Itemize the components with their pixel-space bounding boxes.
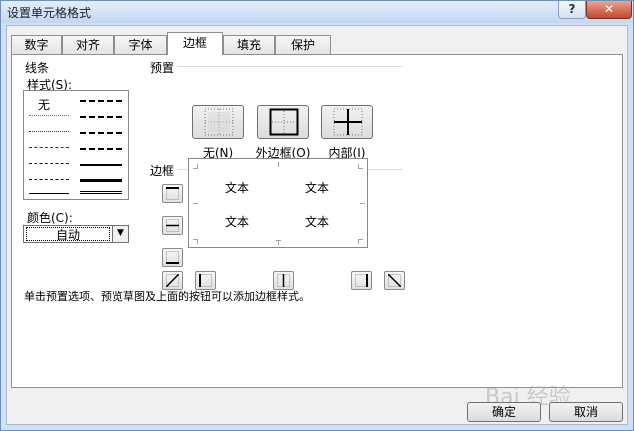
tab-font[interactable]: 字体	[114, 35, 167, 54]
border-middle-horizontal-icon	[166, 219, 179, 232]
line-color-value: 自动	[26, 227, 110, 242]
color-label: 颜色(C):	[27, 211, 73, 225]
line-color-select[interactable]: 自动 ▼	[23, 225, 129, 243]
line-style-thin[interactable]	[29, 193, 69, 194]
close-button[interactable]: ✕	[586, 1, 632, 19]
line-style-dash-dot[interactable]	[29, 163, 69, 164]
line-style-medium-dash-dot[interactable]	[80, 132, 122, 134]
border-preview[interactable]: 文本 文本 文本 文本	[188, 158, 368, 248]
line-style-dash-dot-dot[interactable]	[29, 147, 69, 148]
line-style-dotted[interactable]	[29, 131, 69, 132]
ok-button[interactable]: 确定	[467, 402, 541, 422]
border-group-label: 边框	[150, 164, 175, 178]
line-style-medium[interactable]	[80, 164, 122, 166]
dialog-title: 设置单元格格式	[7, 6, 92, 20]
border-top-icon	[166, 187, 179, 200]
preview-corner-mark	[360, 203, 365, 204]
border-right-button[interactable]	[351, 271, 372, 290]
chevron-down-icon[interactable]: ▼	[112, 226, 128, 242]
tab-border[interactable]: 边框	[167, 32, 223, 55]
preview-text: 文本	[305, 181, 330, 195]
border-diagonal-down-button[interactable]	[384, 271, 405, 290]
border-outline-icon	[269, 108, 299, 136]
close-icon: ✕	[603, 2, 615, 16]
preview-text: 文本	[305, 215, 330, 229]
presets-divider	[177, 66, 403, 67]
preview-corner-mark	[193, 239, 198, 240]
border-right-icon	[355, 274, 368, 287]
border-middle-vertical-icon	[277, 274, 290, 287]
format-cells-dialog: 设置单元格格式 ? ✕ 数字 对齐 字体 边框 填充 保护 线条 样式(S): …	[0, 0, 634, 431]
preset-none-button[interactable]	[192, 105, 244, 139]
preview-corner-mark	[193, 203, 198, 204]
border-tab-panel: 线条 样式(S): 无 颜色(C): 自动 ▼ 预置 无(N) 外边框(O) 内…	[11, 54, 623, 388]
line-style-list[interactable]: 无	[23, 90, 129, 200]
help-button[interactable]: ?	[558, 1, 586, 19]
border-diagonal-up-icon	[166, 274, 179, 287]
preset-inside-button[interactable]	[321, 105, 373, 139]
preview-corner-mark	[358, 239, 363, 240]
line-style-hair[interactable]	[29, 115, 69, 116]
line-group-label: 线条	[25, 61, 50, 75]
border-top-button[interactable]	[162, 184, 183, 203]
line-style-dashed[interactable]	[29, 179, 69, 180]
preview-corner-mark	[276, 240, 281, 241]
presets-group-label: 预置	[150, 61, 175, 75]
tab-alignment[interactable]: 对齐	[62, 35, 114, 54]
preview-corner-mark	[278, 162, 279, 167]
tab-fill[interactable]: 填充	[223, 35, 275, 54]
border-diagonal-down-icon	[388, 274, 401, 287]
border-none-icon	[204, 108, 234, 136]
line-style-medium-dash-dot-dot[interactable]	[80, 100, 122, 102]
title-bar: 设置单元格格式 ? ✕	[1, 1, 633, 23]
help-icon: ?	[568, 2, 576, 16]
line-style-thick[interactable]	[80, 179, 122, 182]
border-bottom-button[interactable]	[162, 248, 183, 267]
preview-text: 文本	[225, 215, 250, 229]
cancel-button[interactable]: 取消	[549, 402, 623, 422]
line-style-slant-dash-dot[interactable]	[80, 116, 122, 118]
hint-text: 单击预置选项、预览草图及上面的按钮可以添加边框样式。	[24, 290, 310, 303]
line-style-double[interactable]	[80, 191, 122, 194]
preview-corner-mark	[193, 168, 198, 169]
line-style-medium-dashed[interactable]	[80, 148, 122, 150]
preview-text: 文本	[225, 181, 250, 195]
tab-number[interactable]: 数字	[11, 35, 62, 54]
border-bottom-icon	[166, 251, 179, 264]
tab-protection[interactable]: 保护	[275, 35, 331, 54]
line-style-none[interactable]: 无	[38, 96, 50, 113]
dialog-body: 数字 对齐 字体 边框 填充 保护 线条 样式(S): 无 颜色(C): 自动 …	[6, 25, 628, 425]
preview-corner-mark	[358, 168, 363, 169]
border-inside-horizontal-button[interactable]	[162, 216, 183, 235]
border-inside-icon	[333, 108, 363, 136]
preset-outline-button[interactable]	[257, 105, 309, 139]
border-left-icon	[199, 274, 212, 287]
